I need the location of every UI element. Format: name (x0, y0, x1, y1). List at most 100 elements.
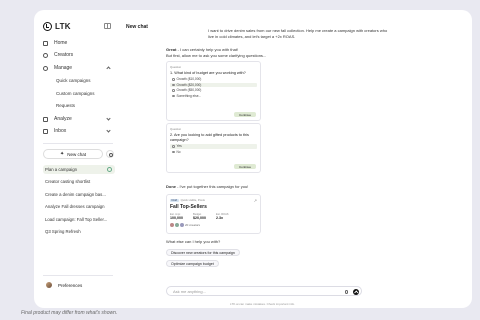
nav-analyze[interactable]: Analyze (43, 114, 113, 124)
sidebar-divider (43, 143, 113, 144)
sidebar-divider (43, 275, 113, 276)
followup-text: What else can I help you with? (166, 239, 221, 244)
radio-icon (172, 78, 175, 81)
campaign-title: Fall Top-Sellers (170, 204, 207, 210)
new-chat-button[interactable]: ✦ New chat (43, 149, 103, 159)
history-item[interactable]: Create a denim campaign bas... (43, 190, 115, 199)
radio-icon (172, 89, 175, 92)
budget-option[interactable]: Growth ($10,000) (170, 77, 257, 82)
chat-thread: I want to drive denim sales from our new… (166, 10, 396, 308)
sparkle-icon: ✦ (60, 151, 65, 157)
history-item[interactable]: Creator casting shortlist (43, 177, 115, 186)
bot-intro-line2: But first, allow me to ask you some clar… (166, 53, 267, 58)
bot-done-name: Done (166, 184, 176, 189)
campaign-card-header: Draft Quick visible, Posts (170, 198, 257, 202)
preferences-button[interactable]: Preferences (46, 282, 82, 288)
option-label: No (176, 149, 181, 154)
nav-manage-label: Manage (54, 65, 73, 71)
budget-option[interactable]: Growth ($50,000) (170, 88, 257, 93)
history-item-label: Analyze Fall dresses campaign (45, 204, 105, 209)
history-item[interactable]: Plan a campaign (43, 165, 115, 174)
user-message: I want to drive denim sales from our new… (208, 28, 388, 39)
chat-input[interactable]: Ask me anything... (166, 286, 362, 296)
nav-requests[interactable]: Requests (56, 103, 75, 108)
radio-icon (172, 150, 175, 153)
stat-value: 100,000 (170, 216, 183, 220)
question-card-budget: Question 1. What kind of budget are you … (166, 61, 261, 121)
campaign-stats: Est. impr. 100,000 Budget $20,000 Est. R… (170, 213, 257, 220)
manage-icon (43, 65, 48, 71)
option-label: Growth ($10,000) (176, 77, 202, 82)
disclaimer: LTK.ai can make mistakes. Check importan… (230, 302, 295, 306)
gifted-option[interactable]: Yes (170, 144, 257, 149)
option-label: Yes (176, 144, 182, 149)
suggestion-chip[interactable]: Optimize campaign budget (166, 260, 219, 267)
history-item-label: Q3 Spring Refresh (45, 229, 81, 234)
nav-home-label: Home (54, 40, 68, 46)
new-chat-label: New chat (67, 151, 86, 157)
question-card-gifted: Question 2. Are you looking to add gifte… (166, 123, 261, 173)
history-item[interactable]: Load campaign: Fall Top Seller... (43, 215, 115, 224)
chat-title: New chat (126, 24, 148, 30)
history-item[interactable]: Analyze Fall dresses campaign (43, 202, 115, 211)
budget-option[interactable]: Something else... (170, 94, 257, 99)
bot-done: Done - I've put together this campaign f… (166, 184, 248, 190)
suggestion-chip[interactable]: Discover new creators for this campaign (166, 249, 240, 256)
stat-value: 2.3x (216, 216, 223, 220)
search-chats-button[interactable] (106, 150, 114, 158)
bot-intro-name: Great (166, 47, 177, 52)
sidebar: LTK Home Creators Manage Quick campaigns… (34, 10, 120, 308)
history-item-label: Plan a campaign (45, 167, 78, 172)
nav-analyze-label: Analyze (54, 116, 72, 122)
bot-intro-text: - I can certainly help you with that! (176, 47, 239, 52)
bot-intro: Great - I can certainly help you with th… (166, 47, 238, 53)
home-icon (43, 40, 48, 46)
question-text: 1. What kind of budget are you working w… (170, 71, 246, 75)
footnote: Final product may differ from what's sho… (21, 310, 118, 316)
creator-avatar (170, 223, 174, 227)
ltk-logo-icon (43, 22, 52, 31)
nav-manage[interactable]: Manage (43, 63, 113, 73)
campaign-card[interactable]: Draft Quick visible, Posts ↗ Fall Top-Se… (166, 194, 261, 234)
logo-text: LTK (55, 22, 71, 31)
avatar (46, 282, 52, 288)
radio-icon (172, 145, 175, 148)
question-label: Question (170, 65, 182, 69)
active-chat-icon (107, 167, 112, 172)
chevron-down-icon (106, 128, 111, 133)
gifted-option[interactable]: No (170, 150, 257, 155)
chevron-down-icon (106, 116, 111, 121)
campaign-stat: Est. ROAS 2.3x (216, 213, 229, 220)
send-button[interactable] (353, 288, 359, 295)
history-item[interactable]: Q3 Spring Refresh (43, 227, 115, 236)
question-label: Question (170, 127, 182, 131)
sidebar-toggle-icon[interactable] (104, 23, 111, 29)
chat-input-placeholder: Ask me anything... (173, 288, 206, 294)
creators-count: 20 creators (185, 223, 201, 227)
campaign-stat: Est. impr. 100,000 (170, 213, 183, 220)
app-window: LTK Home Creators Manage Quick campaigns… (34, 10, 472, 308)
option-label: Something else... (176, 93, 202, 98)
option-label: Growth ($50,000) (176, 88, 202, 93)
logo[interactable]: LTK (43, 22, 71, 31)
nav-home[interactable]: Home (43, 38, 113, 48)
pencil-icon (172, 94, 175, 97)
analyze-icon (43, 116, 48, 122)
continue-button[interactable]: Continue (234, 164, 256, 169)
status-badge: Draft (170, 198, 179, 202)
budget-option[interactable]: Growth ($20,000) (170, 82, 257, 87)
continue-button[interactable]: Continue (234, 112, 256, 117)
nav-creators-label: Creators (54, 52, 74, 58)
inbox-icon (43, 128, 48, 134)
mic-icon[interactable] (345, 289, 348, 294)
preferences-label: Preferences (58, 282, 83, 288)
chevron-up-icon (106, 66, 111, 71)
nav-inbox[interactable]: Inbox (43, 126, 113, 136)
open-link-icon[interactable]: ↗ (254, 198, 257, 203)
nav-quick-campaigns[interactable]: Quick campaigns (56, 78, 91, 83)
option-label: Growth ($20,000) (176, 82, 202, 87)
radio-icon (172, 83, 175, 86)
nav-custom-campaigns[interactable]: Custom campaigns (56, 91, 95, 96)
nav-creators[interactable]: Creators (43, 50, 113, 60)
history-item-label: Creator casting shortlist (45, 179, 91, 184)
